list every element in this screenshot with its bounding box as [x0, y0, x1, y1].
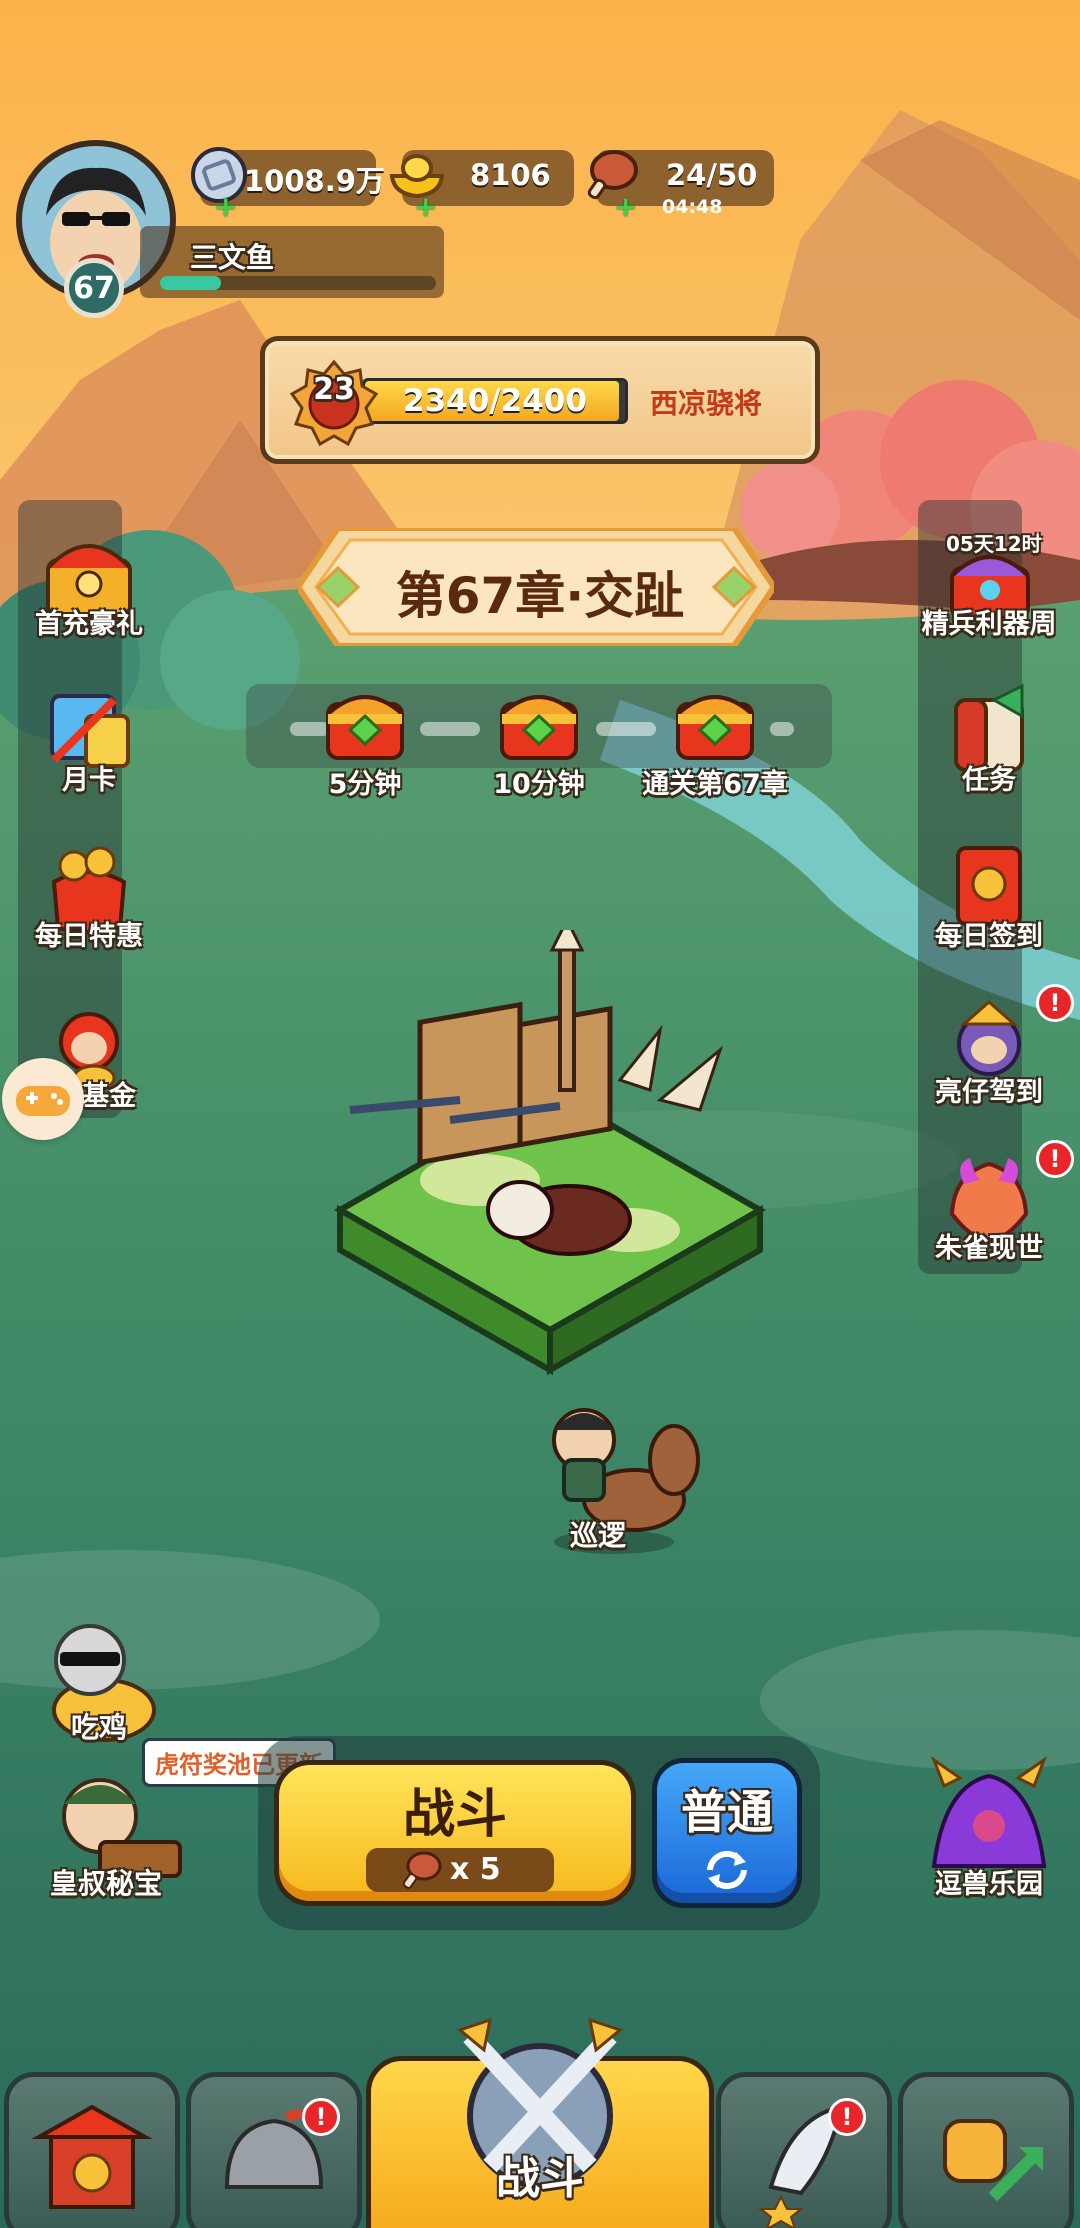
quest-label: 任务 — [962, 765, 1016, 796]
difficulty-mode-label: 普通 — [681, 1785, 773, 1839]
player-name: 三文鱼 — [190, 241, 275, 274]
meat-drumstick-icon — [402, 1851, 442, 1889]
reward-dot — [770, 722, 794, 736]
patrol-unit-label: 巡逻 — [569, 1519, 626, 1552]
gamepad-icon — [16, 1086, 70, 1116]
nav-tab-equipment[interactable] — [186, 2072, 362, 2228]
nav-battle-label: 战斗 — [496, 2153, 584, 2204]
silver-amount: 1008.9万 — [244, 164, 385, 198]
monthly-card-label: 月卡 — [62, 765, 116, 796]
gold-plus-icon[interactable]: + — [414, 193, 437, 221]
fist-upgrade-icon — [943, 2119, 1043, 2202]
vermilion-alert-badge: ! — [1036, 1140, 1074, 1178]
rank-title: 西凉骁将 — [650, 387, 763, 420]
player-xp-fill — [160, 276, 221, 290]
nav-tab-home[interactable] — [4, 2072, 180, 2228]
liangzai-event-label: 亮仔驾到 — [935, 1077, 1043, 1108]
beast-park-label: 逗兽乐园 — [935, 1869, 1043, 1900]
reward-label: 10分钟 — [493, 769, 585, 800]
reward-label: 5分钟 — [328, 769, 402, 800]
gold-amount: 8106 — [470, 158, 551, 192]
rank-progress-text: 2340/2400 — [403, 383, 587, 419]
chicken-event-label: 吃鸡 — [70, 1711, 127, 1744]
daily-signin-label: 每日签到 — [935, 921, 1043, 952]
reward-dot — [596, 722, 656, 736]
nav-tab-heroes[interactable] — [716, 2072, 892, 2228]
pavilion-icon — [31, 2104, 153, 2209]
stage-diorama[interactable] — [320, 930, 780, 1380]
rank-level: 23 — [313, 372, 355, 407]
stamina-plus-icon[interactable]: + — [614, 193, 637, 221]
helmet-icon — [224, 2109, 328, 2189]
elite-weapon-week-label: 精兵利器周 — [921, 609, 1057, 640]
reward-label: 通关第67章 — [642, 769, 788, 800]
equipment-alert-badge: ! — [302, 2098, 340, 2136]
horn-stars-icon — [758, 2104, 844, 2228]
nav-tab-upgrade[interactable] — [898, 2072, 1074, 2228]
vermilion-bird-label: 朱雀现世 — [935, 1233, 1043, 1264]
refresh-icon — [707, 1850, 747, 1890]
battle-button-label: 战斗 — [402, 1785, 507, 1845]
reward-chest-icon[interactable] — [670, 680, 760, 764]
reward-chest-icon[interactable] — [320, 680, 410, 764]
reward-dot — [420, 722, 480, 736]
uncle-treasure-label: 皇叔秘宝 — [49, 1867, 162, 1900]
battle-cost-text: x 5 — [450, 1852, 501, 1887]
daily-deal-label: 每日特惠 — [35, 921, 143, 952]
gamepad-float-button[interactable] — [2, 1058, 84, 1140]
reward-chest-icon[interactable] — [494, 680, 584, 764]
silver-plus-icon[interactable]: + — [214, 193, 237, 221]
player-level-badge: 67 — [64, 258, 124, 318]
stamina-amount: 24/50 — [666, 158, 758, 192]
first-recharge-label: 首充豪礼 — [35, 609, 143, 640]
liangzai-alert-badge: ! — [1036, 984, 1074, 1022]
stamina-timer: 04:48 — [662, 196, 723, 218]
elite-weapon-week-timer: 05天12时 — [946, 532, 1042, 556]
chapter-title[interactable]: 第67章·交趾 — [330, 556, 750, 628]
heroes-alert-badge: ! — [828, 2098, 866, 2136]
